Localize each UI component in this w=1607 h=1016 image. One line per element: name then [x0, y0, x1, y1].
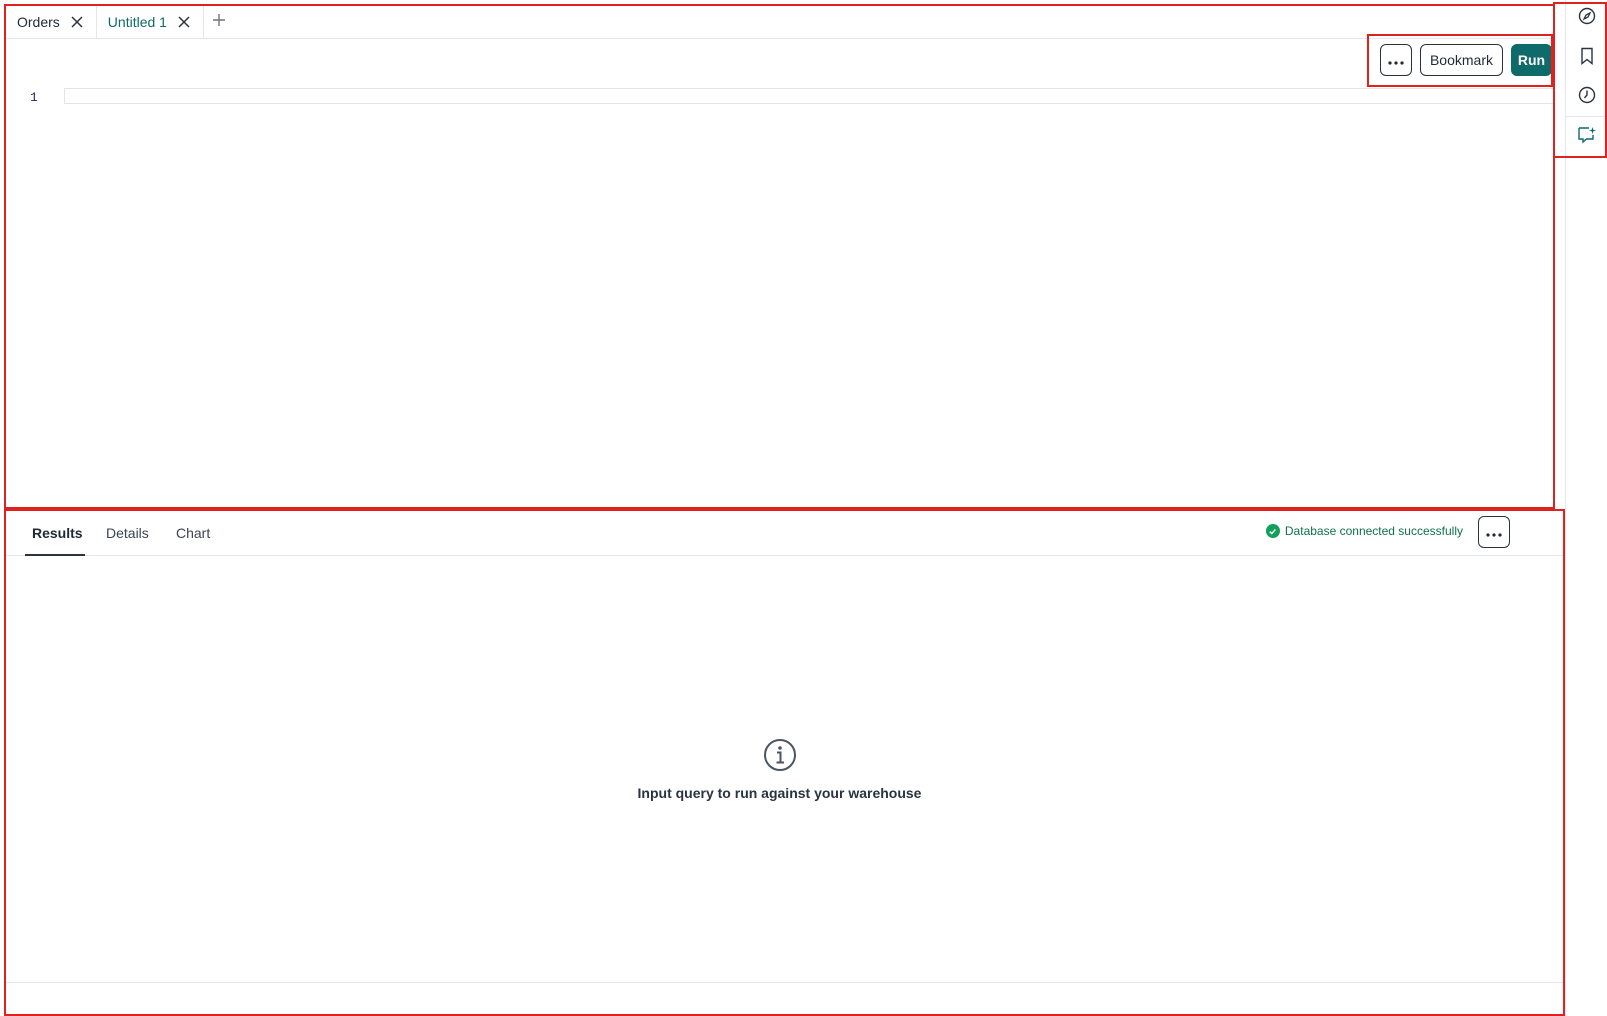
ellipsis-icon [1388, 52, 1404, 68]
close-icon[interactable] [177, 15, 191, 29]
right-rail [1565, 0, 1607, 1016]
tab-bar: Orders Untitled 1 [6, 6, 1553, 39]
rail-separator [1566, 116, 1607, 117]
ellipsis-icon [1486, 524, 1502, 540]
status-text: Database connected successfully [1284, 524, 1463, 538]
tab-details[interactable]: Details [106, 510, 149, 555]
more-options-button[interactable] [1379, 44, 1412, 76]
empty-message: Input query to run against your warehous… [637, 784, 922, 801]
close-icon[interactable] [70, 15, 84, 29]
tab-results[interactable]: Results [32, 510, 83, 555]
info-icon [763, 738, 797, 777]
bookmark-button[interactable]: Bookmark [1419, 44, 1503, 76]
rail-ai-assistant-button[interactable] [1570, 120, 1604, 154]
sql-editor[interactable]: 1 [6, 86, 1554, 506]
rail-bookmarks-button[interactable] [1570, 41, 1604, 75]
history-icon [1578, 86, 1596, 109]
add-tab-button[interactable] [204, 6, 234, 38]
connection-status: Database connected successfully [1265, 524, 1463, 538]
results-empty-state: Input query to run against your warehous… [6, 556, 1553, 982]
ai-chat-icon [1577, 126, 1597, 149]
tab-orders[interactable]: Orders [6, 6, 97, 38]
editor-toolbar: Bookmark Run [1379, 44, 1552, 76]
tab-label: Details [106, 524, 149, 541]
results-footer-divider [6, 982, 1565, 983]
run-button[interactable]: Run [1511, 44, 1552, 76]
tab-chart[interactable]: Chart [176, 510, 210, 555]
compass-icon [1578, 7, 1596, 30]
check-circle-icon [1265, 524, 1280, 538]
plus-icon [212, 13, 226, 32]
results-more-button[interactable] [1478, 516, 1510, 548]
tab-label: Results [32, 524, 83, 541]
line-number: 1 [30, 90, 38, 105]
tab-label: Untitled 1 [107, 14, 167, 30]
active-code-line[interactable] [64, 88, 1554, 104]
rail-history-button[interactable] [1570, 80, 1604, 114]
tab-untitled-1[interactable]: Untitled 1 [97, 6, 204, 38]
rail-explore-button[interactable] [1570, 1, 1604, 35]
tab-label: Orders [17, 14, 60, 30]
tab-label: Chart [176, 524, 211, 541]
bookmark-icon [1579, 47, 1595, 70]
results-tab-bar: Results Details Chart Database connected… [6, 510, 1565, 556]
